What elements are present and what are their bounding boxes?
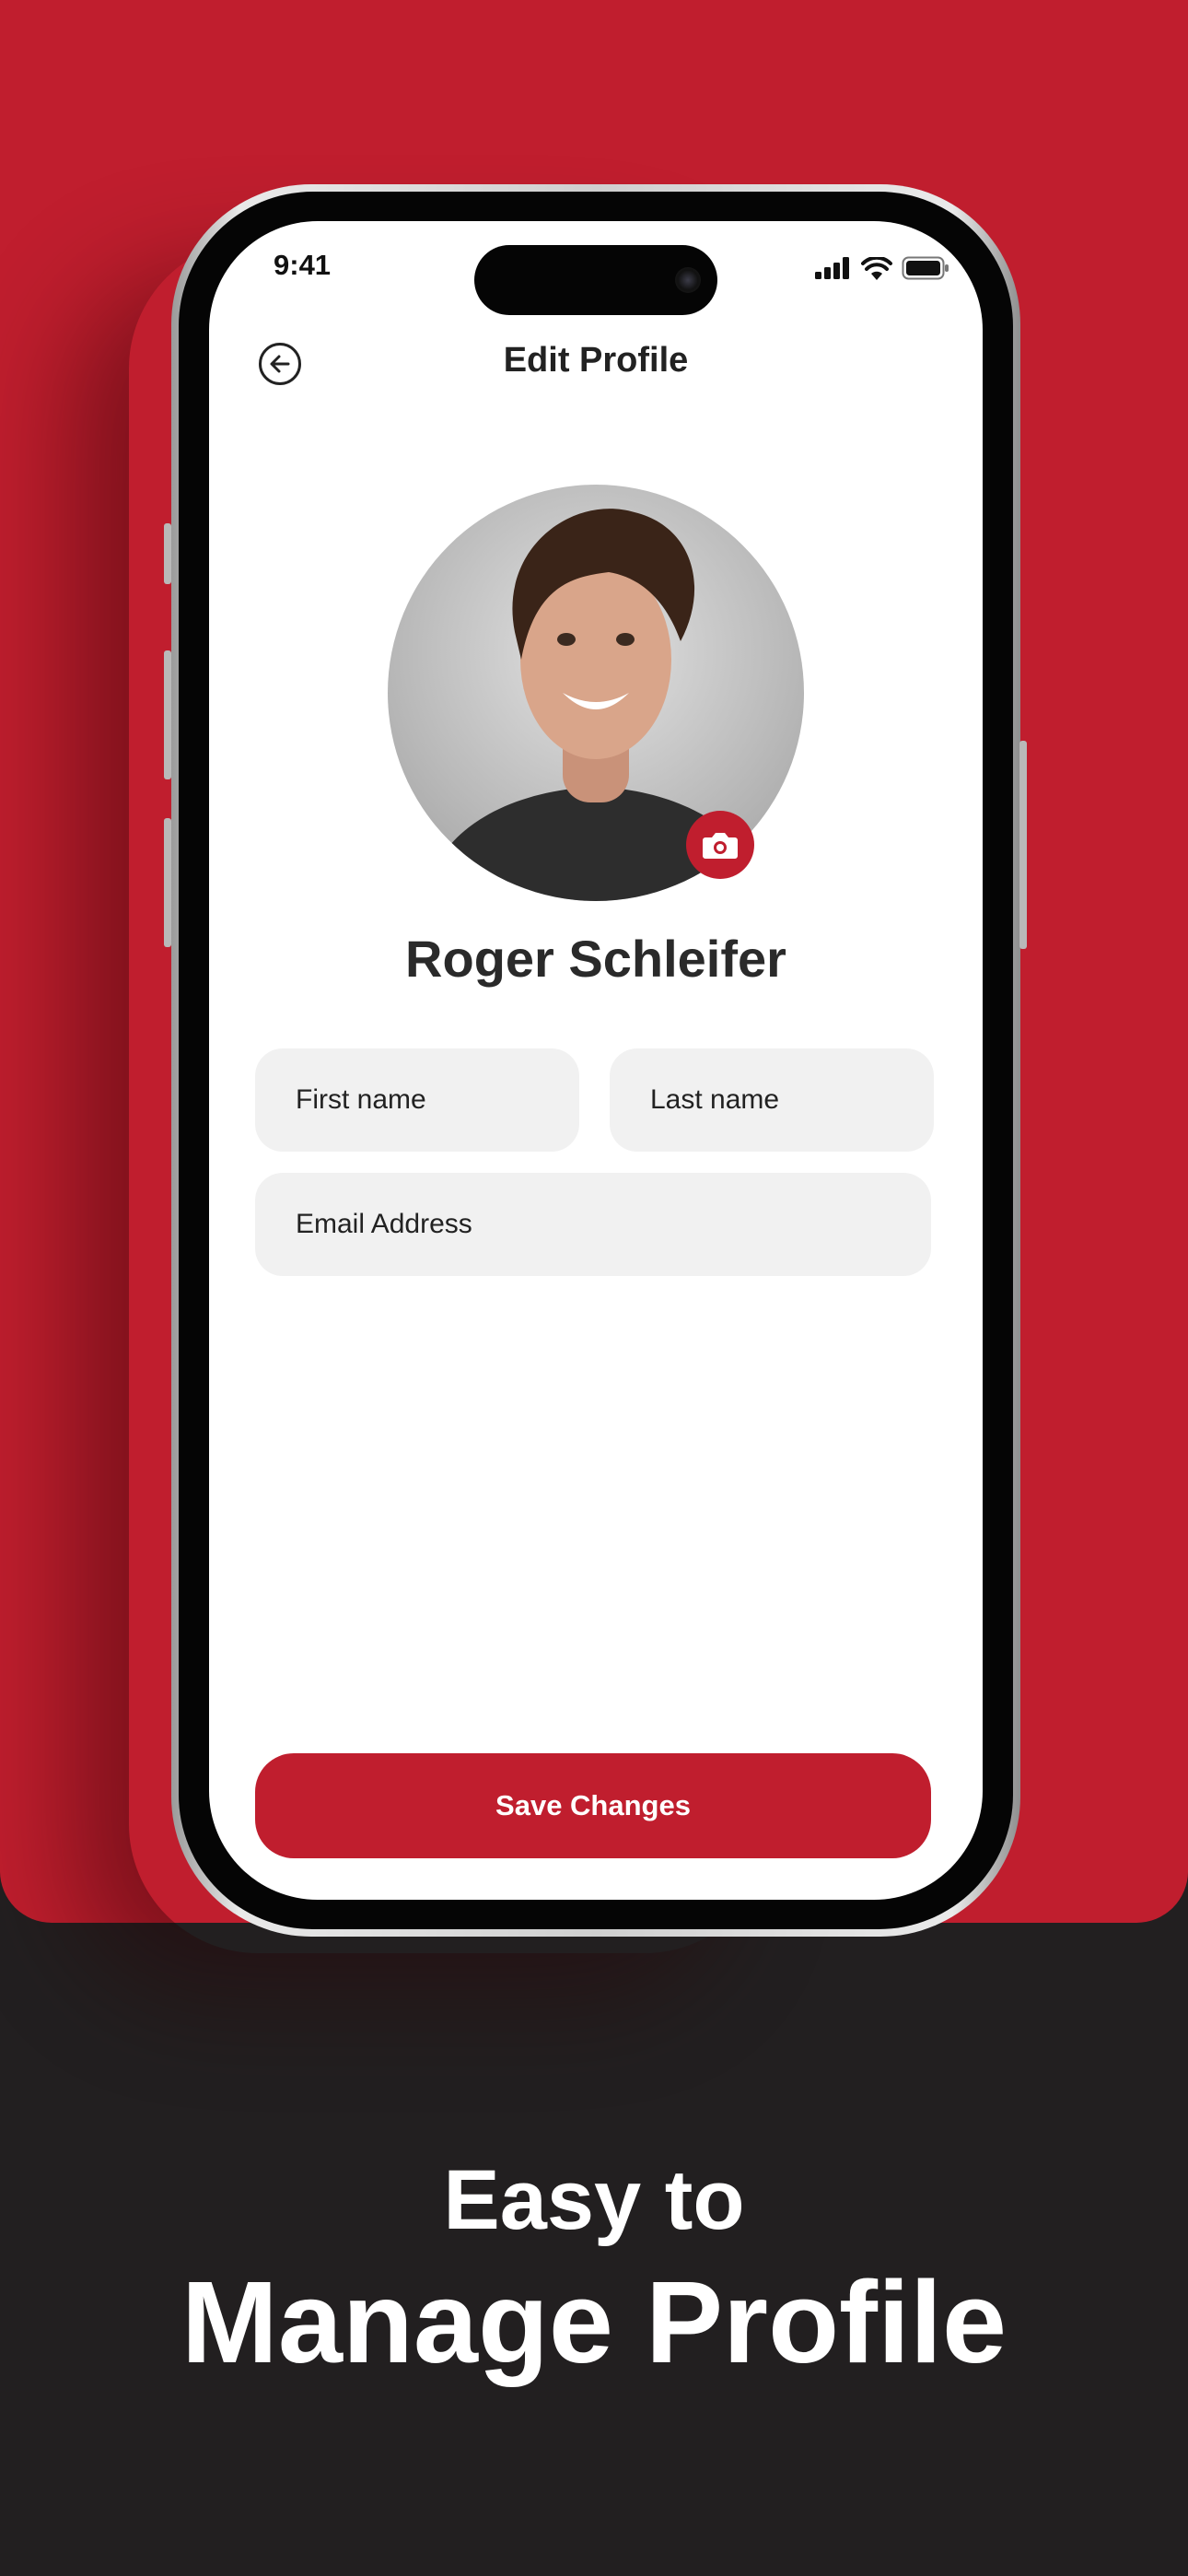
status-icons <box>815 256 949 280</box>
profile-name: Roger Schleifer <box>405 930 786 988</box>
save-changes-button[interactable]: Save Changes <box>255 1753 931 1858</box>
tagline-line-2: Manage Profile <box>181 2257 1007 2387</box>
phone-volume-down <box>164 818 171 947</box>
signal-icon <box>815 257 849 279</box>
battery-icon <box>902 256 949 280</box>
first-name-field[interactable]: First name <box>255 1048 579 1152</box>
status-time: 9:41 <box>274 249 332 281</box>
front-camera <box>675 267 701 293</box>
camera-icon <box>703 833 738 859</box>
wifi-icon <box>861 256 892 280</box>
phone-silent-switch <box>164 523 171 584</box>
page-title: Edit Profile <box>503 341 689 380</box>
email-placeholder: Email Address <box>296 1209 472 1239</box>
last-name-placeholder: Last name <box>650 1084 780 1115</box>
change-photo-button[interactable] <box>686 811 754 879</box>
tagline-line-1: Easy to <box>443 2153 745 2247</box>
phone-volume-up <box>164 650 171 779</box>
dynamic-island <box>474 245 717 315</box>
phone-power-button <box>1019 741 1027 949</box>
email-field[interactable]: Email Address <box>255 1173 931 1276</box>
last-name-field[interactable]: Last name <box>610 1048 934 1152</box>
app-screen: 9:41 Edit Profile Roger Schleifer First … <box>209 221 983 1900</box>
first-name-placeholder: First name <box>296 1084 426 1115</box>
